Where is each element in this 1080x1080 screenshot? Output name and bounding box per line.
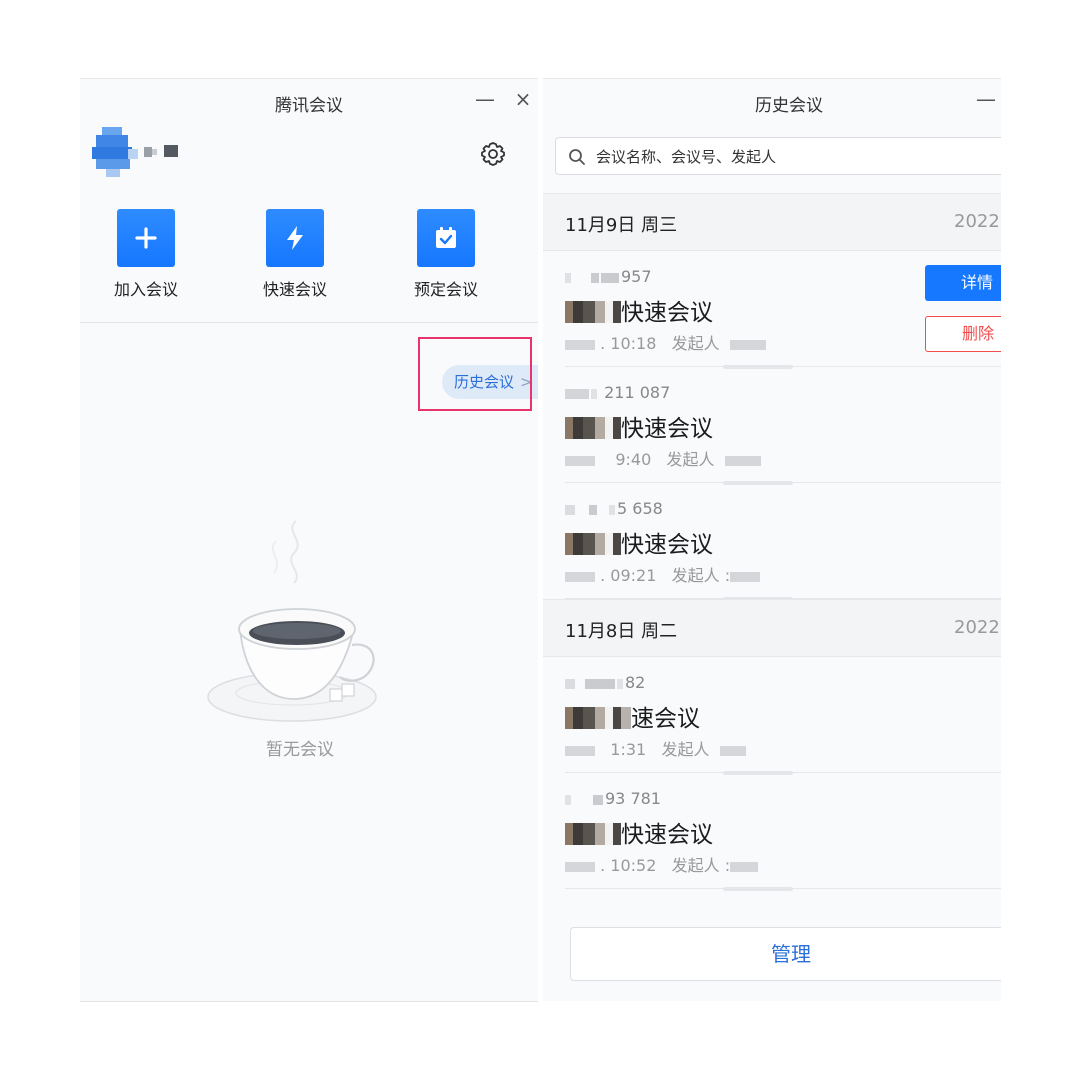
group-date: 11月9日 周三 <box>565 215 678 236</box>
redacted-name <box>565 417 621 439</box>
redacted-name <box>565 301 621 323</box>
meeting-row[interactable]: 82 速会议 1:31 发起人 <box>543 657 1001 775</box>
window-title: 腾讯会议 <box>275 96 343 116</box>
meeting-title: 快速会议 <box>565 293 713 327</box>
search-icon <box>568 148 586 170</box>
search-input[interactable] <box>594 138 978 176</box>
highlight-annotation-box <box>418 337 532 411</box>
detail-button[interactable]: 详情 <box>925 265 1001 301</box>
join-meeting-label: 加入会议 <box>113 280 178 299</box>
date-group-header: 11月9日 周三 2022 <box>543 193 1001 251</box>
redacted-name <box>565 533 621 555</box>
plus-icon <box>117 209 175 267</box>
schedule-meeting-label: 预定会议 <box>413 280 478 299</box>
avatar[interactable] <box>88 127 138 177</box>
meeting-number: 5 658 <box>565 499 663 518</box>
meeting-number: 93 781 <box>565 789 661 808</box>
manage-button[interactable]: 管理 <box>570 927 1001 981</box>
history-window: 历史会议 — 11月9日 周三 2022 957 快速会议 . 10:18 发起… <box>543 78 1001 1001</box>
meeting-meta: . 10:52 发起人 : <box>565 852 759 876</box>
minimize-button[interactable]: — <box>472 85 498 113</box>
section-divider <box>80 322 538 323</box>
date-group-header: 11月8日 周二 2022 <box>543 599 1001 657</box>
meeting-meta: 9:40 发起人 <box>565 446 761 470</box>
meeting-number: 211 087 <box>565 383 670 402</box>
quick-meeting-button[interactable]: 快速会议 <box>250 209 340 300</box>
redacted-name <box>565 707 631 729</box>
join-meeting-button[interactable]: 加入会议 <box>101 209 191 300</box>
meeting-title: 快速会议 <box>565 409 713 443</box>
username <box>144 145 184 159</box>
minimize-button[interactable]: — <box>973 85 999 113</box>
quick-meeting-label: 快速会议 <box>262 280 327 299</box>
group-year: 2022 <box>954 211 1000 232</box>
meeting-meta: . 09:21 发起人 : <box>565 562 761 586</box>
group-date: 11月8日 周二 <box>565 621 678 642</box>
calendar-icon <box>417 209 475 267</box>
settings-gear-icon[interactable] <box>478 139 508 169</box>
meeting-row[interactable]: 93 781 快速会议 . 10:52 发起人 : <box>543 773 1001 891</box>
group-year: 2022 <box>954 617 1000 638</box>
meeting-number: 82 <box>565 673 645 692</box>
main-window: 腾讯会议 — × 加入会议 快速会议 预定会议 历史会议 > 暂无会议 <box>80 78 538 1002</box>
empty-state-text: 暂无会议 <box>266 740 334 760</box>
window-title: 历史会议 <box>755 96 823 116</box>
redacted-name <box>565 823 621 845</box>
meeting-row[interactable]: 211 087 快速会议 9:40 发起人 <box>543 367 1001 485</box>
search-box[interactable] <box>555 137 1001 176</box>
close-button[interactable]: × <box>510 85 536 113</box>
coffee-cup-illustration <box>204 519 394 733</box>
meeting-title: 快速会议 <box>565 815 713 849</box>
delete-button[interactable]: 删除 <box>925 316 1001 352</box>
meeting-meta: . 10:18 发起人 <box>565 330 766 354</box>
meeting-title: 快速会议 <box>565 525 713 559</box>
meeting-title: 速会议 <box>565 699 700 733</box>
meeting-meta: 1:31 发起人 <box>565 736 746 760</box>
meeting-row[interactable]: 5 658 快速会议 . 09:21 发起人 : <box>543 483 1001 601</box>
schedule-meeting-button[interactable]: 预定会议 <box>401 209 491 300</box>
meeting-number: 957 <box>565 267 652 286</box>
lightning-icon <box>266 209 324 267</box>
